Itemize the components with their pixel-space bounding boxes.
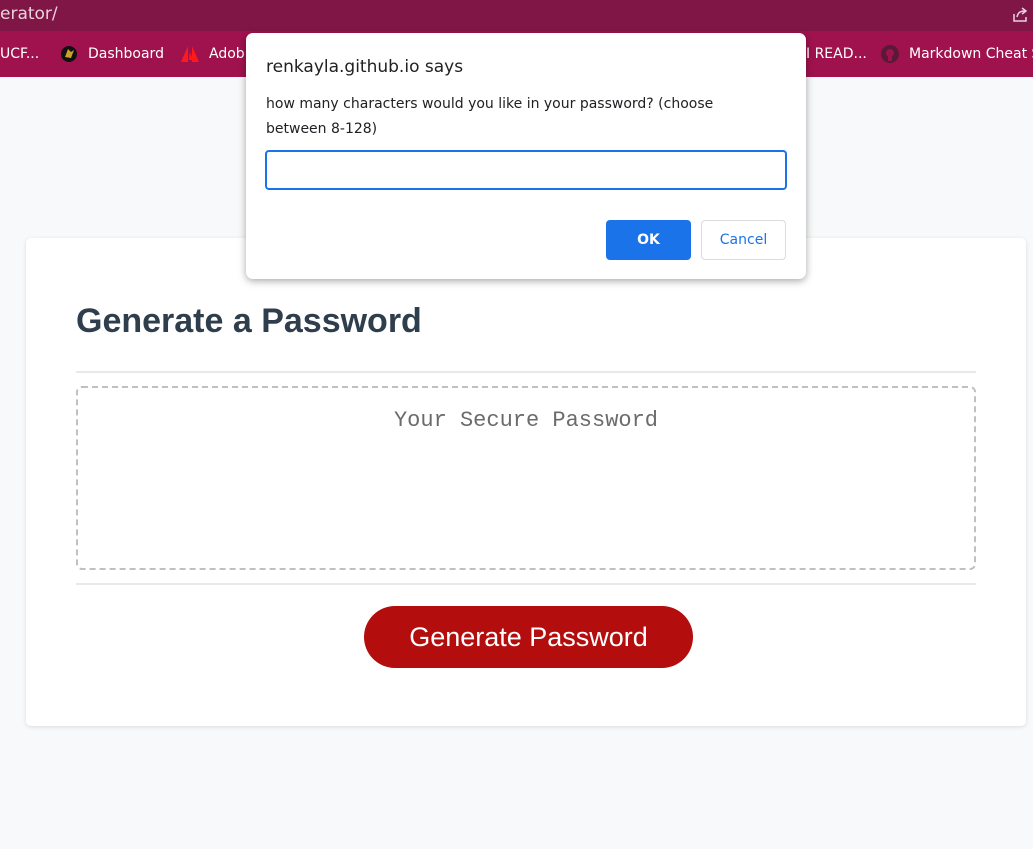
dialog-message: how many characters would you like in yo… [266,96,714,137]
cancel-button[interactable]: Cancel [701,220,786,260]
bookmark-label: I READ... [806,46,867,62]
bookmark-ucf[interactable]: UCF... [0,31,39,77]
url-text[interactable]: erator/ [0,0,58,29]
address-bar[interactable]: erator/ [0,0,1033,31]
bookmark-adobe[interactable]: Adob [180,31,245,77]
divider [76,583,976,585]
password-output[interactable]: Your Secure Password [76,386,976,570]
bookmark-markdown[interactable]: Markdown Cheat S [880,31,1033,77]
dialog-title: renkayla.github.io says [266,57,464,77]
password-placeholder: Your Secure Password [393,408,659,433]
bookmark-label: Dashboard [88,46,164,62]
prompt-dialog: renkayla.github.io says how many charact… [246,33,806,279]
github-icon [881,45,899,63]
bookmark-label: Markdown Cheat S [909,46,1033,62]
bookmark-label: Adob [209,46,245,62]
bookmark-label: UCF... [0,46,40,62]
generate-password-button[interactable]: Generate Password [364,606,693,668]
knight-logo-icon [61,46,77,62]
generator-card: Generate a Password Your Secure Password… [26,238,1026,726]
bookmark-readme[interactable]: I READ... [806,31,867,77]
page-title: Generate a Password [76,302,422,340]
password-length-input[interactable] [265,150,787,190]
adobe-icon [181,46,199,62]
divider [76,371,976,373]
ok-button[interactable]: OK [606,220,691,260]
share-icon[interactable] [1011,6,1029,24]
bookmark-dashboard[interactable]: Dashboard [59,31,164,77]
